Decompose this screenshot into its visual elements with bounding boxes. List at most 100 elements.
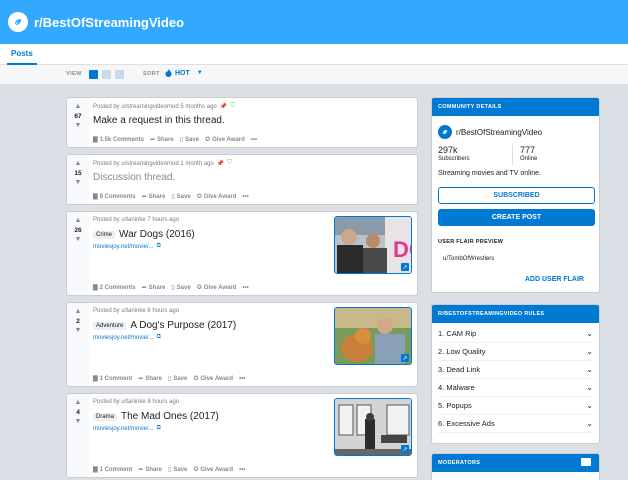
rule-item[interactable]: 4. Malware ⌄ xyxy=(438,379,593,397)
classic-view-icon[interactable] xyxy=(102,70,111,79)
comments-count: 1 Comment xyxy=(99,375,133,382)
post-thumbnail[interactable]: DO ↗ xyxy=(334,216,412,274)
more-options-button[interactable]: ••• xyxy=(251,137,257,143)
comments-count: 1 Comment xyxy=(99,466,133,473)
share-button[interactable]: ➦ Share xyxy=(138,375,162,383)
post-meta: Posted by u/taninke 8 hours ago xyxy=(93,399,179,405)
award-label: Give Award xyxy=(200,375,234,382)
rules-heading: R/BESTOFSTREAMINGVIDEO RULES xyxy=(432,305,599,323)
comments-button[interactable]: ▇ 2 Comments xyxy=(93,284,136,292)
downvote-icon[interactable]: ▼ xyxy=(75,418,82,426)
rule-item[interactable]: 6. Excessive Ads ⌄ xyxy=(438,415,593,433)
share-icon: ➦ xyxy=(141,194,147,200)
post-thumbnail[interactable]: ↗ xyxy=(334,307,412,365)
mail-icon[interactable] xyxy=(581,458,591,466)
post-author-line[interactable]: Posted by u/streamingvideomod 1 month ag… xyxy=(93,161,214,167)
add-user-flair-button[interactable]: ADD USER FLAIR xyxy=(525,276,584,283)
chevron-down-icon: ▼ xyxy=(196,70,203,76)
post-link[interactable]: moviesjoy.net/movie/... ⧉ xyxy=(93,334,161,341)
more-options-button[interactable]: ••• xyxy=(239,467,245,473)
award-label: Give Award xyxy=(203,284,237,291)
give-award-button[interactable]: ✪ Give Award xyxy=(193,466,233,474)
post-card[interactable]: ▲ 26 ▼ Posted by u/taninke 7 hours ago C… xyxy=(66,211,418,296)
upvote-icon[interactable]: ▲ xyxy=(75,217,82,225)
upvote-icon[interactable]: ▲ xyxy=(75,308,82,316)
rule-item[interactable]: 1. CAM Rip ⌄ xyxy=(438,325,593,343)
create-post-button[interactable]: CREATE POST xyxy=(438,209,595,226)
more-options-button[interactable]: ••• xyxy=(242,285,248,291)
comment-icon: ▇ xyxy=(93,376,98,382)
post-flair[interactable]: Crime xyxy=(93,230,115,239)
save-label: Save xyxy=(176,193,191,200)
post-link[interactable]: moviesjoy.net/movie/... ⧉ xyxy=(93,243,161,250)
post-flair[interactable]: Adventure xyxy=(93,321,127,330)
post-link[interactable]: moviesjoy.net/movie/... ⧉ xyxy=(93,425,161,432)
upvote-icon[interactable]: ▲ xyxy=(75,399,82,407)
save-button[interactable]: ▯ Save xyxy=(179,136,199,144)
tab-posts[interactable]: Posts xyxy=(7,44,37,65)
bookmark-icon: ▯ xyxy=(171,194,175,200)
more-options-button[interactable]: ••• xyxy=(239,376,245,382)
give-award-button[interactable]: ✪ Give Award xyxy=(196,284,237,292)
save-button[interactable]: ▯ Save xyxy=(168,375,187,383)
award-label: Give Award xyxy=(212,136,245,143)
save-button[interactable]: ▯ Save xyxy=(171,193,191,201)
post-author-line[interactable]: Posted by u/taninke 8 hours ago xyxy=(93,399,179,405)
give-award-button[interactable]: ✪ Give Award xyxy=(205,136,245,144)
upvote-icon[interactable]: ▲ xyxy=(75,103,82,111)
save-button[interactable]: ▯ Save xyxy=(171,284,190,292)
give-award-button[interactable]: ✪ Give Award xyxy=(197,193,237,201)
upvote-icon[interactable]: ▲ xyxy=(75,160,82,168)
rule-item[interactable]: 3. Dead Link ⌄ xyxy=(438,361,593,379)
save-button[interactable]: ▯ Save xyxy=(168,466,187,474)
compact-view-icon[interactable] xyxy=(115,70,124,79)
post-card[interactable]: ▲ 4 ▼ Posted by u/taninke 8 hours ago Dr… xyxy=(66,393,418,478)
share-button[interactable]: ➦ Share xyxy=(142,284,166,292)
downvote-icon[interactable]: ▼ xyxy=(75,179,82,187)
post-flair[interactable]: Drama xyxy=(93,412,118,421)
chevron-down-icon: ⌄ xyxy=(586,329,593,338)
post-thumbnail[interactable]: ↗ xyxy=(334,398,412,456)
post-meta: Posted by u/taninke 7 hours ago xyxy=(93,217,179,223)
subscribed-button[interactable]: SUBSCRIBED xyxy=(438,187,595,204)
post-title[interactable]: Make a request in this thread. xyxy=(93,115,225,126)
more-options-button[interactable]: ••• xyxy=(242,194,248,200)
post-card[interactable]: ▲ 15 ▼ Posted by u/streamingvideomod 1 m… xyxy=(66,154,418,205)
downvote-icon[interactable]: ▼ xyxy=(75,236,82,244)
community-title[interactable]: r/BestOfStreamingVideo xyxy=(34,15,184,30)
post-title[interactable]: Discussion thread. xyxy=(93,172,175,183)
chevron-down-icon: ⌄ xyxy=(586,365,593,374)
give-award-button[interactable]: ✪ Give Award xyxy=(193,375,234,383)
bookmark-icon: ▯ xyxy=(179,137,184,143)
downvote-icon[interactable]: ▼ xyxy=(75,122,82,130)
post-author-line[interactable]: Posted by u/taninke 7 hours ago xyxy=(93,217,179,223)
vote-column: ▲ 67 ▼ xyxy=(67,98,89,147)
sort-dropdown[interactable]: HOT ▼ xyxy=(165,69,203,77)
community-name[interactable]: r/BestOfStreamingVideo xyxy=(456,128,542,137)
rule-label: 2. Low Quality xyxy=(438,347,486,356)
card-view-icon[interactable] xyxy=(89,70,98,79)
post-title[interactable]: Adventure A Dog's Purpose (2017) xyxy=(93,320,236,331)
post-title[interactable]: Crime War Dogs (2016) xyxy=(93,229,195,240)
comments-button[interactable]: ▇ 8 Comments xyxy=(93,193,136,201)
share-button[interactable]: ➦ Share xyxy=(150,136,174,144)
external-link-icon: ↗ xyxy=(401,354,409,362)
post-title-text: Make a request in this thread. xyxy=(93,115,225,126)
community-icon[interactable] xyxy=(8,12,28,32)
post-author-line[interactable]: Posted by u/streamingvideomod 5 months a… xyxy=(93,104,217,110)
post-card[interactable]: ▲ 2 ▼ Posted by u/taninke 6 hours ago Ad… xyxy=(66,302,418,387)
rule-item[interactable]: 2. Low Quality ⌄ xyxy=(438,343,593,361)
rule-item[interactable]: 5. Popups ⌄ xyxy=(438,397,593,415)
post-author-line[interactable]: Posted by u/taninke 6 hours ago xyxy=(93,308,179,314)
share-button[interactable]: ➦ Share xyxy=(141,193,166,201)
stat-divider xyxy=(512,145,513,165)
post-title[interactable]: Drama The Mad Ones (2017) xyxy=(93,411,219,422)
comments-button[interactable]: ▇ 1.5k Comments xyxy=(93,136,144,144)
award-icon: ✪ xyxy=(196,285,202,291)
comments-button[interactable]: ▇ 1 Comment xyxy=(93,466,133,474)
share-button[interactable]: ➦ Share xyxy=(138,466,162,474)
downvote-icon[interactable]: ▼ xyxy=(75,327,82,335)
post-card[interactable]: ▲ 67 ▼ Posted by u/streamingvideomod 5 m… xyxy=(66,97,418,148)
svg-text:DO: DO xyxy=(393,237,412,262)
comments-button[interactable]: ▇ 1 Comment xyxy=(93,375,133,383)
